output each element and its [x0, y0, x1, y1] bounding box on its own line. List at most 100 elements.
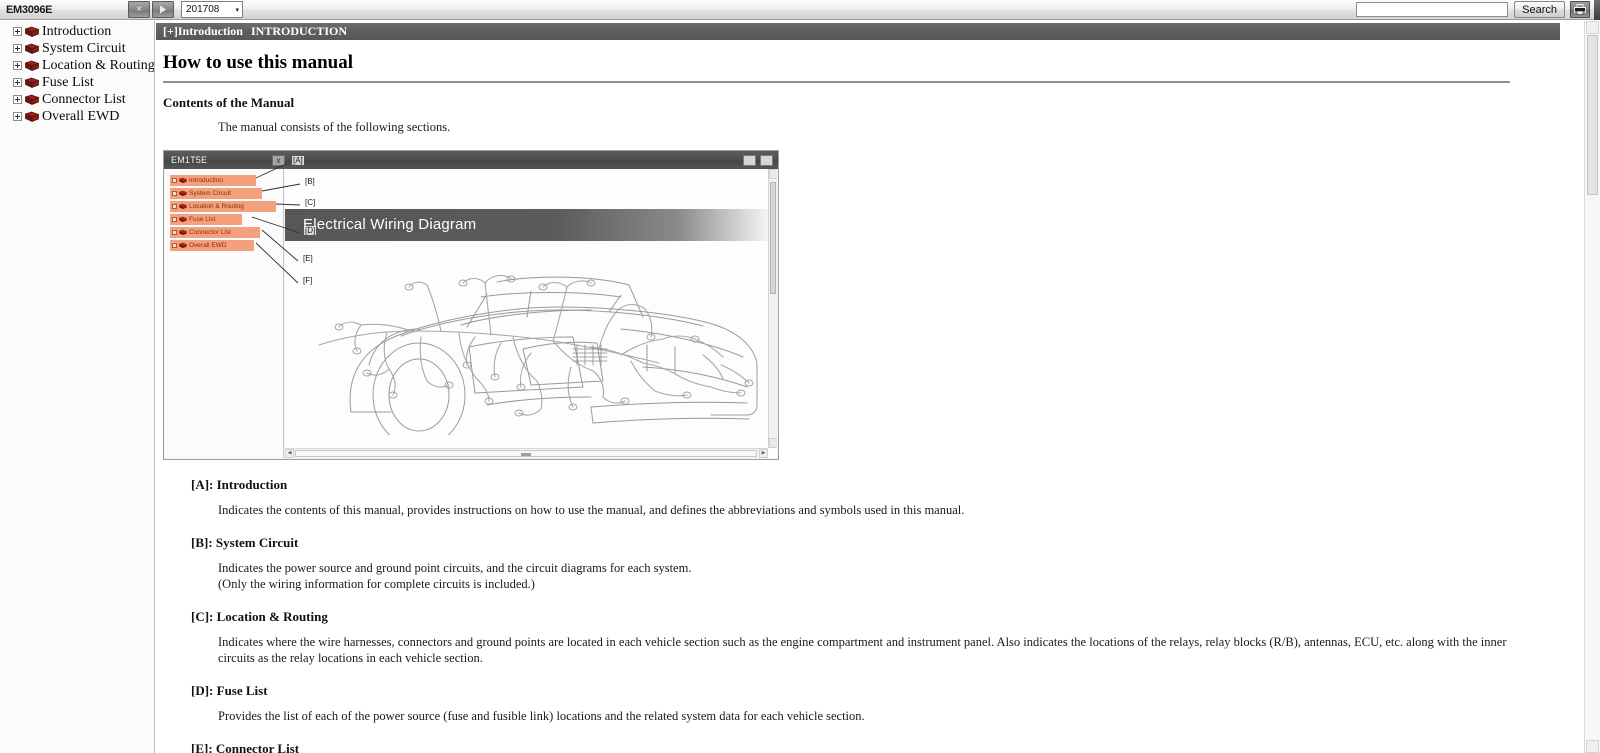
scroll-up-arrow-icon[interactable]: [769, 169, 777, 179]
illustration-tree-item: Overall EWD: [170, 240, 254, 251]
scroll-down-arrow-icon[interactable]: [769, 438, 777, 448]
expand-plus-icon: [172, 217, 177, 222]
breadcrumb-toggle[interactable]: [+]: [163, 24, 178, 39]
search-input[interactable]: [1356, 2, 1508, 17]
expand-plus-icon[interactable]: [13, 27, 22, 36]
intro-paragraph: The manual consists of the following sec…: [218, 120, 1560, 136]
tree-item-label: Connector List: [42, 92, 126, 108]
illustration-figure: EM1T5E x Introduction: [163, 150, 779, 460]
section-subheading: Contents of the Manual: [163, 95, 1560, 111]
section-heading-a: [A]: Introduction: [191, 477, 1560, 493]
navigation-tree-panel: Introduction System Circuit Location & R…: [0, 21, 155, 753]
section-heading-b: [B]: System Circuit: [191, 535, 1560, 551]
illustration-minimize-icon: [743, 155, 756, 166]
section-body-b: Indicates the power source and ground po…: [218, 560, 1538, 592]
play-button[interactable]: [152, 1, 174, 18]
illustration-horizontal-scrollbar[interactable]: ◀ ▶: [285, 448, 768, 458]
callout-a: [A]: [292, 156, 304, 165]
search-button[interactable]: Search: [1514, 1, 1565, 18]
callout-e: [E]: [302, 254, 314, 263]
illustration-window-title: EM1T5E: [171, 155, 207, 165]
illustration-vscroll-thumb[interactable]: [770, 182, 776, 294]
callout-c: [C]: [304, 198, 316, 207]
top-toolbar: EM3096E × 201708 ▾ Search: [0, 0, 1600, 20]
expand-plus-icon[interactable]: [13, 78, 22, 87]
illustration-tree-label: Connector List: [189, 229, 231, 236]
play-triangle-icon: [159, 5, 167, 14]
document-content: How to use this manual Contents of the M…: [156, 42, 1560, 753]
close-icon: ×: [136, 4, 142, 15]
toolbar-endcap: [1594, 0, 1600, 20]
illustration-tree-label: Location & Routing: [189, 203, 244, 210]
version-dropdown[interactable]: 201708 ▾: [181, 1, 243, 18]
illustration-banner-text: Electrical Wiring Diagram: [303, 216, 476, 233]
tree-item-system-circuit[interactable]: System Circuit: [0, 40, 154, 57]
illustration-vertical-scrollbar[interactable]: [768, 169, 777, 448]
tree-item-connector-list[interactable]: Connector List: [0, 91, 154, 108]
illustration-tree-label: Overall EWD: [189, 242, 227, 249]
expand-plus-icon: [172, 230, 177, 235]
document-code-label: EM3096E: [6, 4, 126, 16]
search-button-label: Search: [1522, 4, 1557, 16]
illustration-maximize-icon: [760, 155, 773, 166]
printer-icon: [1574, 4, 1586, 15]
search-area: Search: [1356, 1, 1594, 18]
scroll-left-arrow-icon[interactable]: ◀: [285, 449, 294, 458]
section-heading-d: [D]: Fuse List: [191, 683, 1560, 699]
chevron-down-icon: ▾: [235, 6, 239, 14]
callout-f: [F]: [302, 276, 313, 285]
illustration-tree-label: System Circuit: [189, 190, 231, 197]
print-button[interactable]: [1570, 1, 1590, 18]
expand-plus-icon[interactable]: [13, 61, 22, 70]
illustration-close-icon: x: [272, 155, 285, 166]
illustration-titlebar: EM1T5E: [164, 151, 778, 169]
expand-plus-icon[interactable]: [13, 112, 22, 121]
illustration-tree-item: Introduction: [170, 175, 256, 186]
book-icon: [25, 60, 39, 72]
page-scroll-down-arrow-icon[interactable]: [1586, 740, 1599, 753]
tree-item-label: Location & Routing: [42, 58, 155, 74]
book-icon: [179, 242, 187, 249]
book-icon: [25, 43, 39, 55]
content-right-gutter: [1560, 42, 1584, 753]
expand-plus-icon[interactable]: [13, 95, 22, 104]
section-heading-c: [C]: Location & Routing: [191, 609, 1560, 625]
callout-b: [B]: [304, 177, 316, 186]
expand-plus-icon[interactable]: [13, 44, 22, 53]
breadcrumb-node[interactable]: Introduction: [178, 24, 243, 39]
version-value: 201708: [186, 4, 219, 15]
book-icon: [25, 94, 39, 106]
illustration-tree-label: Introduction: [189, 177, 223, 184]
illustration-hscroll-thumb[interactable]: [295, 450, 757, 457]
book-icon: [179, 203, 187, 210]
tree-item-location-routing[interactable]: Location & Routing: [0, 57, 154, 74]
book-icon: [25, 77, 39, 89]
illustration-viewer-pane: Electrical Wiring Diagram: [285, 169, 777, 458]
section-body-a: Indicates the contents of this manual, p…: [218, 502, 1538, 518]
tree-item-fuse-list[interactable]: Fuse List: [0, 74, 154, 91]
page-scroll-up-arrow-icon[interactable]: [1586, 21, 1599, 34]
section-body-c: Indicates where the wire harnesses, conn…: [218, 634, 1538, 666]
illustration-tree-label: Fuse List: [189, 216, 215, 223]
page-vertical-scrollbar[interactable]: [1584, 21, 1600, 753]
section-body-d: Provides the list of each of the power s…: [218, 708, 1538, 724]
title-divider: [163, 81, 1510, 83]
scroll-right-arrow-icon[interactable]: ▶: [759, 449, 768, 458]
illustration-tree-item: System Circuit: [170, 188, 262, 199]
tree-item-introduction[interactable]: Introduction: [0, 23, 154, 40]
expand-plus-icon: [172, 191, 177, 196]
tree-item-overall-ewd[interactable]: Overall EWD: [0, 108, 154, 125]
page-scroll-thumb[interactable]: [1587, 35, 1598, 195]
close-button[interactable]: ×: [128, 1, 150, 18]
book-icon: [25, 26, 39, 38]
breadcrumb-page: INTRODUCTION: [251, 24, 347, 39]
illustration-tree-panel: Introduction System Circuit Location: [165, 169, 284, 458]
illustration-tree-item: Fuse List: [170, 214, 242, 225]
book-icon: [179, 216, 187, 223]
tree-item-label: Introduction: [42, 24, 111, 40]
book-icon: [179, 177, 187, 184]
page-title: How to use this manual: [163, 52, 1560, 74]
expand-plus-icon: [172, 204, 177, 209]
tree-item-label: Overall EWD: [42, 109, 119, 125]
section-heading-e: [E]: Connector List: [191, 741, 1560, 753]
